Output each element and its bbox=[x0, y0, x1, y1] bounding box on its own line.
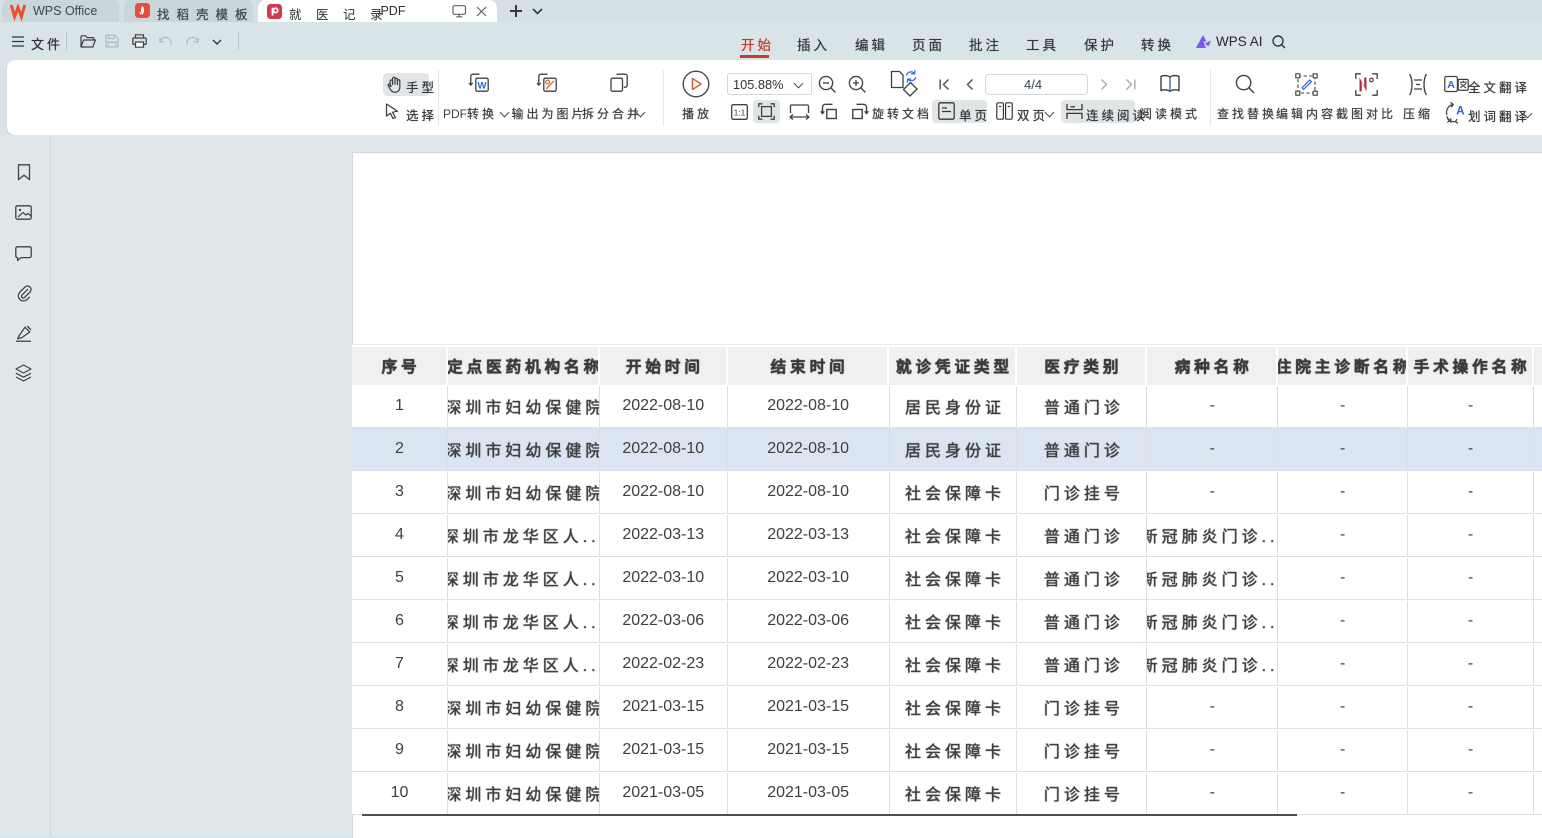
svg-text:A: A bbox=[1447, 79, 1455, 91]
svg-text:W: W bbox=[478, 81, 487, 92]
svg-text:A: A bbox=[1456, 106, 1464, 118]
svg-text:1:1: 1:1 bbox=[734, 108, 746, 118]
